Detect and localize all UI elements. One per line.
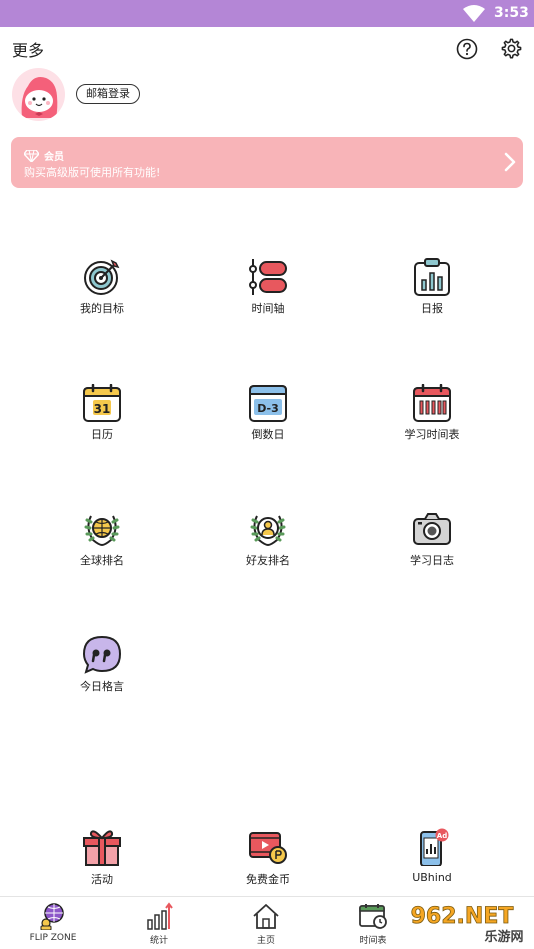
- quote-icon: [83, 636, 121, 674]
- countdown-icon: D-3: [249, 385, 287, 422]
- phone-ad-icon: Ad: [420, 828, 449, 866]
- menu-item-label: 我的目标: [80, 302, 124, 315]
- tab-label: 统计: [149, 936, 168, 946]
- menu-item-calendar[interactable]: 31 日历: [42, 384, 162, 454]
- vip-description: 购买高级版可使用所有功能!: [24, 166, 161, 179]
- menu-item-timeline[interactable]: 时间轴: [208, 258, 328, 328]
- ubhind-label: UBhind: [412, 871, 452, 884]
- help-icon[interactable]: [456, 38, 478, 60]
- mascot-icon: [21, 77, 58, 118]
- menu-item-label: 好友排名: [246, 554, 290, 567]
- activity-label: 活动: [91, 873, 113, 886]
- schedule-icon: [359, 904, 387, 929]
- activity-button[interactable]: 活动: [42, 828, 162, 888]
- watermark-sub: 乐游网: [484, 929, 523, 945]
- global-rank-icon: [84, 515, 120, 547]
- page-title: 更多: [12, 41, 45, 60]
- timeline-icon: [249, 259, 287, 295]
- tab-statistics[interactable]: 统计: [106, 897, 212, 949]
- home-icon: [253, 904, 279, 929]
- ubhind-button[interactable]: Ad UBhind: [372, 828, 492, 888]
- friend-rank-icon: [250, 515, 286, 547]
- diamond-icon: [24, 150, 39, 162]
- status-bar: 3:53: [0, 0, 534, 27]
- menu-item-label: 今日格言: [80, 680, 124, 693]
- gift-icon: [83, 830, 121, 866]
- menu-item-label: 倒数日: [251, 428, 285, 441]
- menu-item-label: 全球排名: [80, 554, 124, 567]
- bar-chart-icon: [147, 902, 173, 930]
- menu-item-my-goals[interactable]: 我的目标: [42, 258, 162, 328]
- tab-flip-zone[interactable]: FLIP ZONE: [0, 897, 106, 949]
- tab-label: 主页: [256, 936, 275, 946]
- vip-label: 会员: [44, 152, 64, 163]
- free-coins-button[interactable]: 免费金币: [208, 828, 328, 888]
- avatar[interactable]: [12, 68, 65, 121]
- daily-report-icon: [414, 258, 450, 296]
- study-schedule-icon: [413, 384, 451, 422]
- menu-item-label: 学习日志: [410, 554, 454, 567]
- menu-item-study-log[interactable]: 学习日志: [372, 510, 492, 580]
- vip-banner[interactable]: 会员 购买高级版可使用所有功能!: [11, 137, 523, 188]
- flip-zone-icon: [40, 903, 64, 930]
- menu-item-label: 时间轴: [251, 302, 285, 315]
- menu-item-daily-quote[interactable]: 今日格言: [42, 636, 162, 706]
- menu-item-friend-rank[interactable]: 好友排名: [208, 510, 328, 580]
- email-login-button[interactable]: 邮箱登录: [76, 84, 140, 104]
- calendar-day-text: 31: [94, 402, 111, 416]
- menu-item-study-schedule[interactable]: 学习时间表: [372, 384, 492, 454]
- watermark-text: 962.NET: [411, 904, 514, 929]
- free-coins-label: 免费金币: [246, 873, 290, 886]
- video-coin-icon: [249, 832, 287, 864]
- tab-home[interactable]: 主页: [213, 897, 319, 949]
- camera-icon: [413, 513, 451, 545]
- menu-item-daily-report[interactable]: 日报: [372, 258, 492, 328]
- watermark-logo: 962.NET 乐游网: [394, 899, 530, 945]
- wifi-icon: [463, 5, 485, 22]
- target-icon: [84, 259, 120, 295]
- menu-item-countdown[interactable]: D-3 倒数日: [208, 384, 328, 454]
- ad-badge-text: Ad: [437, 832, 447, 840]
- tab-label: FLIP ZONE: [29, 933, 77, 943]
- calendar-icon: 31: [83, 384, 121, 422]
- header: 更多: [0, 27, 534, 67]
- chevron-right-icon: [504, 152, 516, 172]
- menu-item-label: 学习时间表: [404, 428, 460, 441]
- status-time: 3:53: [494, 5, 529, 21]
- menu-item-label: 日历: [91, 428, 113, 441]
- menu-item-global-rank[interactable]: 全球排名: [42, 510, 162, 580]
- menu-item-label: 日报: [421, 302, 443, 315]
- gear-icon[interactable]: [500, 37, 523, 60]
- countdown-text: D-3: [257, 402, 279, 415]
